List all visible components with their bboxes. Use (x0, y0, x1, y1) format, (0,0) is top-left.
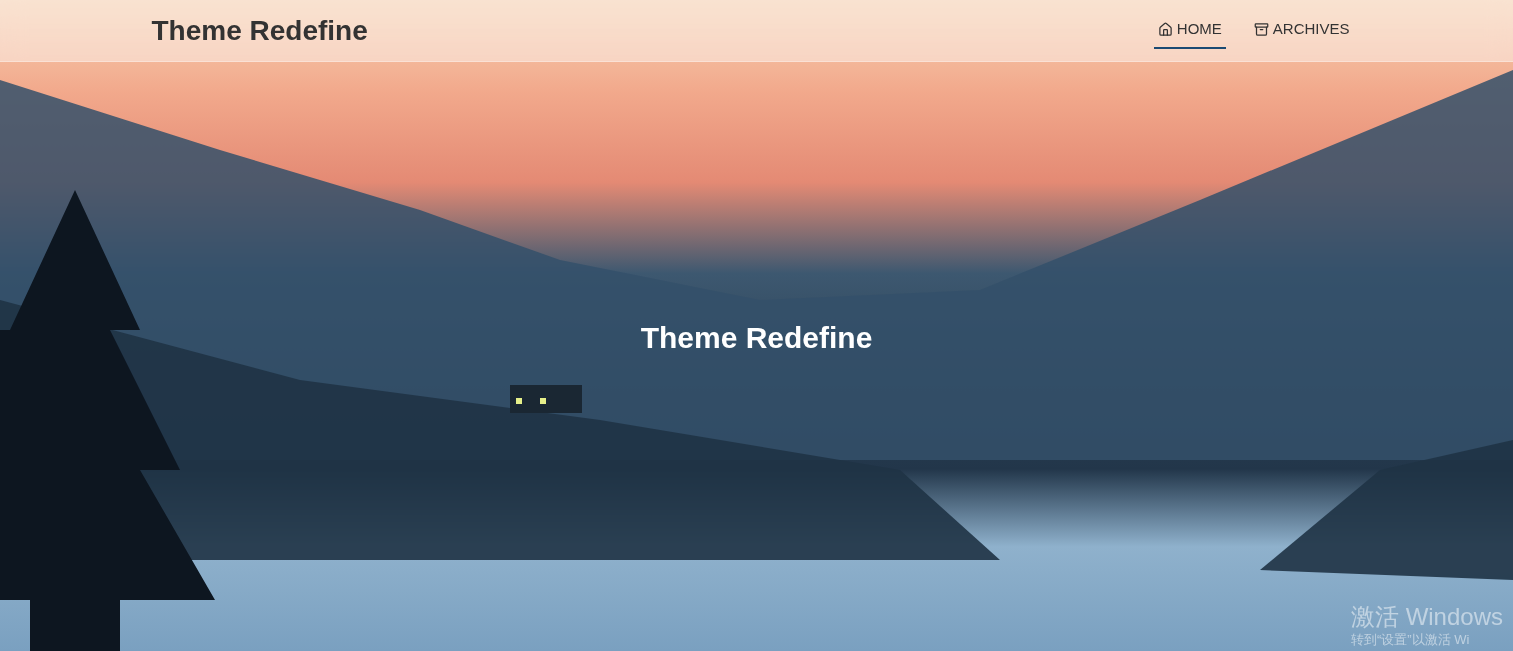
nav-item[interactable]: HOME (1154, 12, 1226, 49)
hero-title: Theme Redefine (641, 315, 873, 360)
hero: Theme Redefine (0, 0, 1513, 651)
archive-icon (1254, 22, 1269, 37)
site-title[interactable]: Theme Redefine (152, 10, 368, 52)
page: Theme RedefineHOMEARCHIVESTheme Redefine… (0, 0, 1513, 651)
nav-item[interactable]: ARCHIVES (1250, 12, 1354, 49)
home-icon (1158, 22, 1173, 37)
nav-menu: HOME ARCHIVES (1154, 12, 1362, 49)
windows-watermark: 激活 Windows转到“设置”以激活 Wi (1351, 603, 1503, 649)
top-nav-bar: Theme Redefine HOME ARCHIVES (0, 0, 1513, 62)
